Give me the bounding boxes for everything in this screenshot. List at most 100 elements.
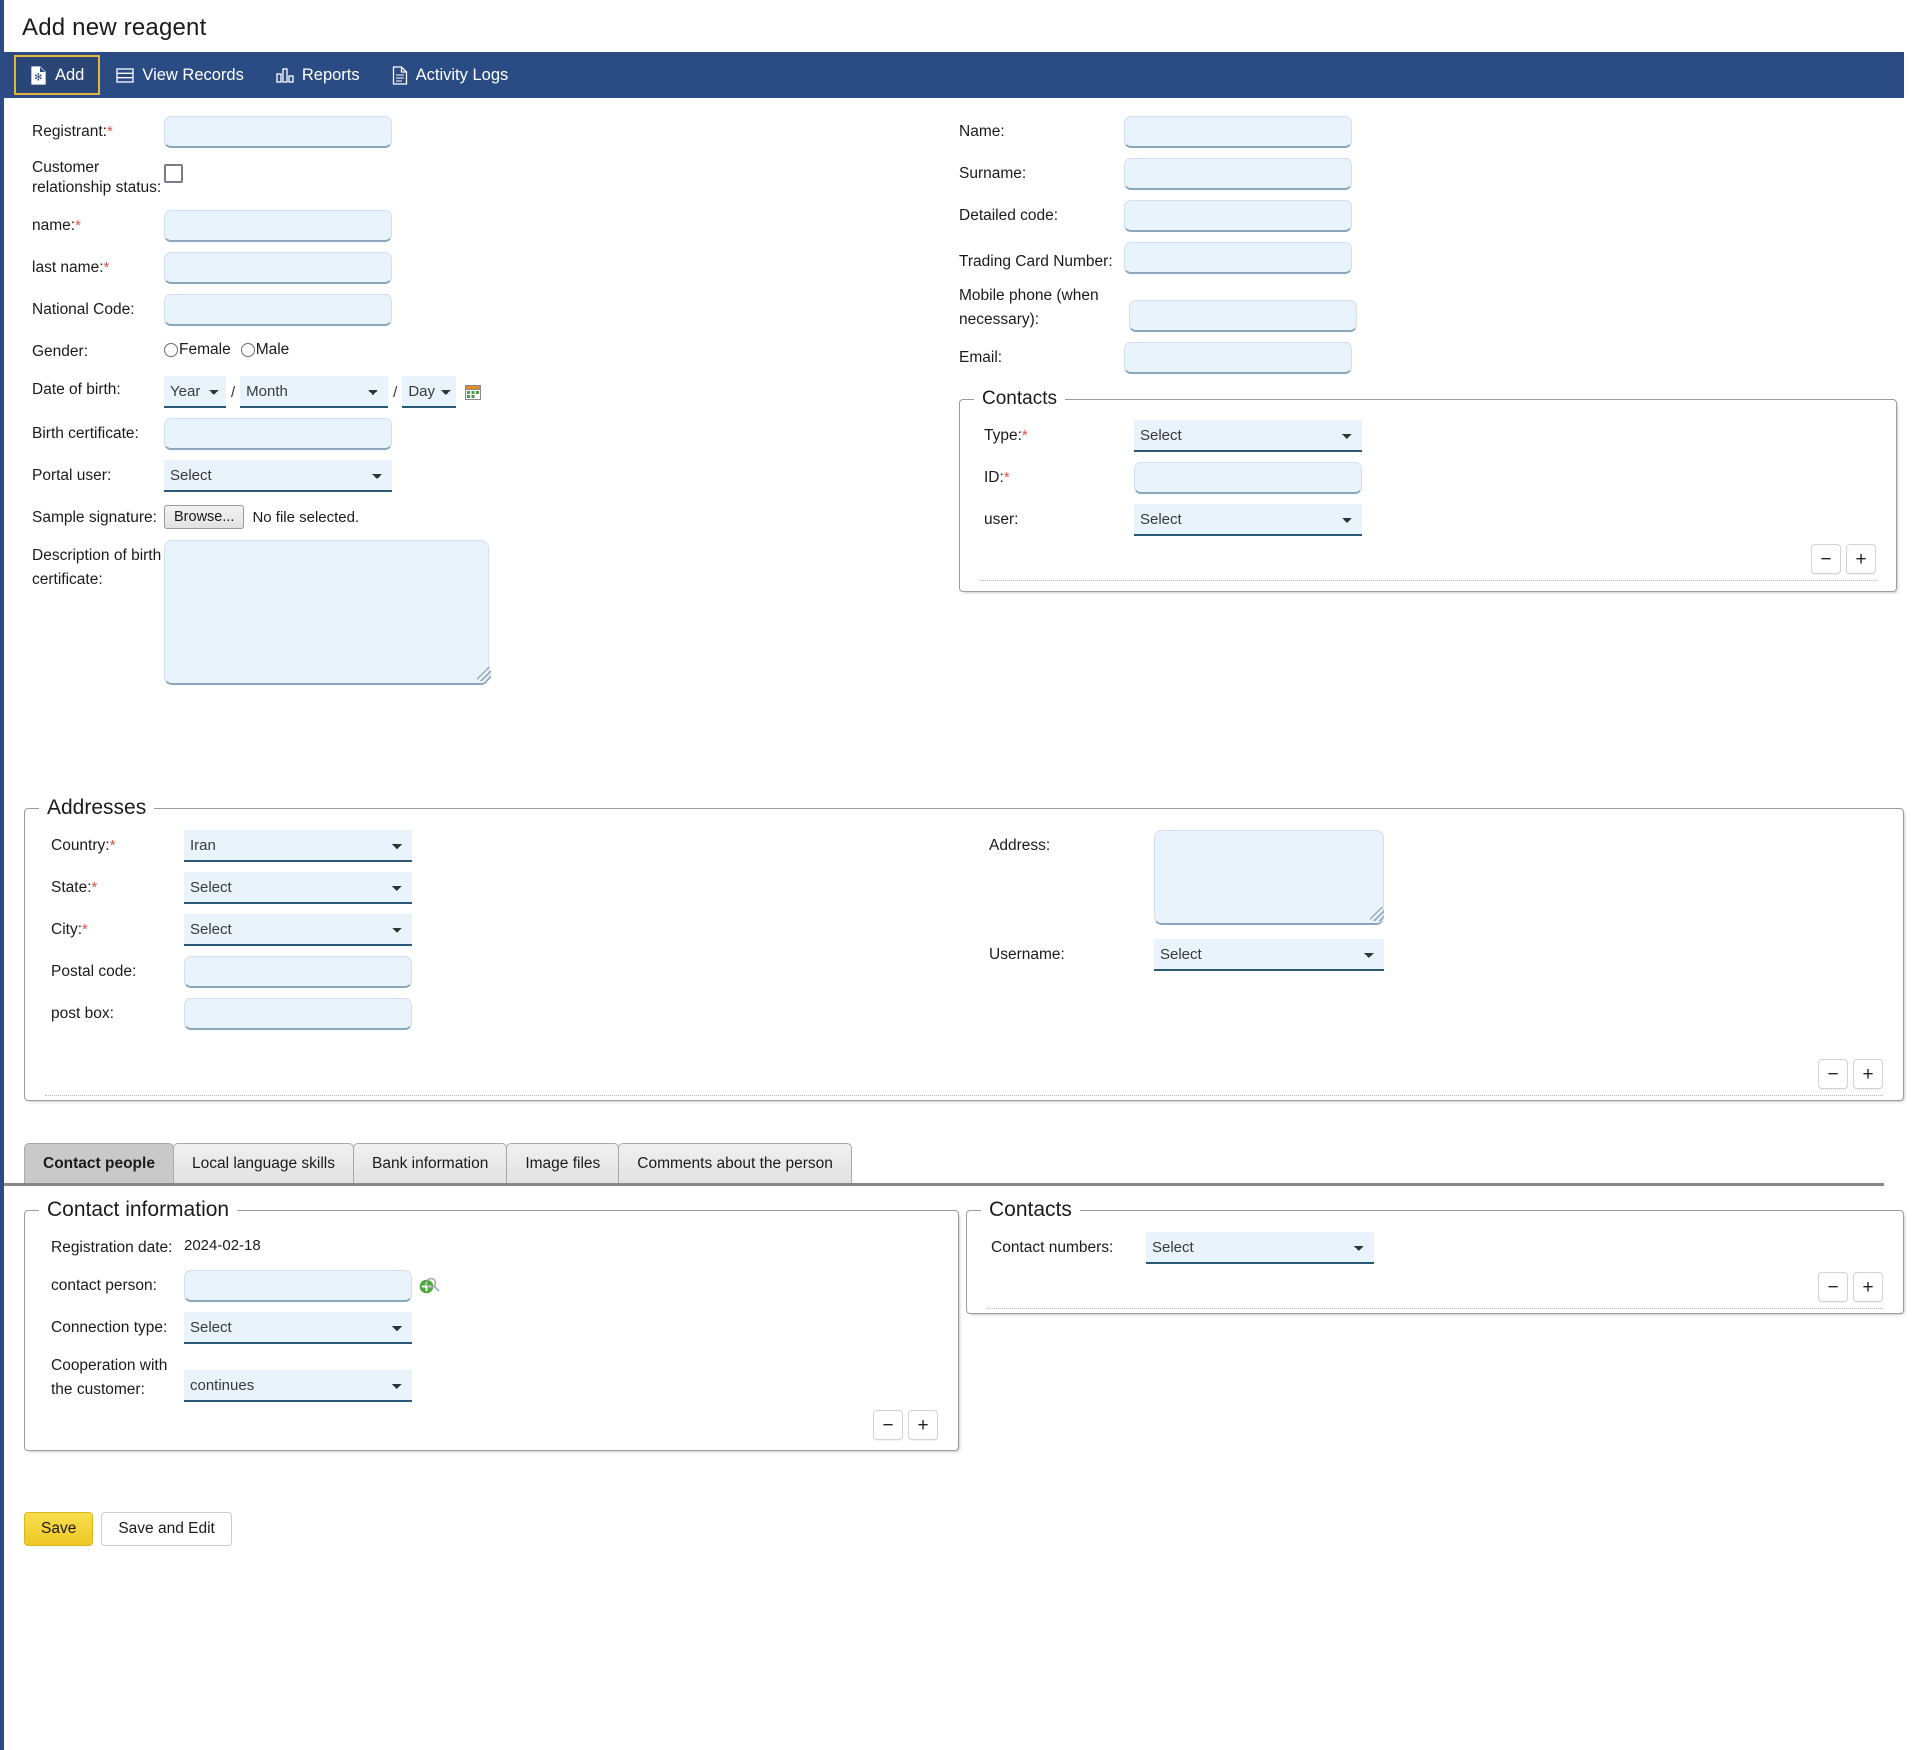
remove-row-button[interactable]: − (1811, 544, 1841, 574)
dob-day-select[interactable]: Day (402, 376, 457, 408)
tab-local-language-skills[interactable]: Local language skills (172, 1143, 354, 1183)
email-input[interactable] (1124, 342, 1352, 374)
add-row-button[interactable]: + (1846, 544, 1876, 574)
registrant-input[interactable] (164, 116, 392, 148)
contact-type-label: Type:* (984, 427, 1028, 444)
contact-information-legend: Contact information (47, 1198, 230, 1221)
form-footer: Save Save and Edit (4, 1496, 1920, 1546)
detailed-code-input[interactable] (1124, 200, 1352, 232)
gender-option-female[interactable]: Female (164, 341, 231, 359)
field-trading-card-number: Trading Card Number: (959, 242, 1904, 274)
radio-circle-icon[interactable] (240, 343, 255, 357)
save-button[interactable]: Save (24, 1512, 94, 1546)
birth-certificate-input[interactable] (164, 418, 392, 450)
dob-year-select[interactable]: Year (164, 376, 226, 408)
postal-code-label: Postal code: (51, 963, 137, 980)
city-select[interactable]: Select (184, 914, 412, 946)
connection-type-select[interactable]: Select (184, 1312, 412, 1344)
tab-image-files[interactable]: Image files (506, 1143, 620, 1183)
page-root: Add new reagent ✻ Add View Records Repor… (0, 0, 1920, 1750)
radio-circle-icon[interactable] (164, 343, 178, 357)
nav-item-add[interactable]: ✻ Add (14, 55, 101, 95)
contacts-fieldset-top: Contacts Type:* Select ID:* user: Select… (959, 388, 1897, 592)
document-icon (392, 65, 408, 85)
cooperation-with-customer-label: Cooperation with the customer: (51, 1357, 168, 1398)
nav-item-reports[interactable]: Reports (260, 55, 376, 95)
cooperation-with-customer-select[interactable]: continues (184, 1370, 412, 1402)
contacts-legend: Contacts (982, 388, 1057, 409)
addresses-fieldset: Addresses Country:* Iran State:* Select … (24, 796, 1904, 1101)
national-code-input[interactable] (164, 294, 392, 326)
postal-code-input[interactable] (184, 956, 412, 988)
country-select[interactable]: Iran (184, 830, 412, 862)
svg-text:✻: ✻ (34, 72, 42, 83)
tabs-section: Contact people Local language skills Ban… (4, 1101, 1920, 1186)
required-star: * (103, 259, 110, 276)
last-name-input[interactable] (164, 252, 392, 284)
tab-comments-about-the-person[interactable]: Comments about the person (618, 1143, 852, 1183)
contact-person-input[interactable] (184, 1270, 412, 1302)
field-name-right: Name: (959, 116, 1904, 148)
field-contact-id: ID:* (974, 462, 1882, 494)
tab-bank-information[interactable]: Bank information (353, 1143, 508, 1183)
trading-card-number-input[interactable] (1124, 242, 1352, 274)
nav-item-view-records[interactable]: View Records (100, 55, 260, 95)
name-label: name:* (32, 217, 81, 234)
tab-contact-people[interactable]: Contact people (24, 1143, 174, 1183)
description-of-birth-certificate-textarea[interactable] (164, 540, 489, 685)
contact-numbers-select[interactable]: Select (1146, 1232, 1374, 1264)
nav-item-label: Activity Logs (415, 65, 509, 84)
national-code-label: National Code: (32, 301, 135, 318)
remove-row-button[interactable]: − (873, 1410, 903, 1440)
right-form-column: Name: Surname: Detailed code: Trading Ca… (959, 116, 1904, 592)
contact-user-label: user: (984, 511, 1019, 528)
contacts-bottom-wrap: Contacts Contact numbers: Select − + (966, 1198, 1904, 1314)
contact-id-label: ID:* (984, 469, 1010, 486)
file-picker: Browse... No file selected. (164, 502, 584, 529)
contacts-row-controls-top: − + (974, 540, 1882, 580)
name-right-input[interactable] (1124, 116, 1352, 148)
row-separator (980, 580, 1876, 581)
address-textarea[interactable] (1154, 830, 1384, 925)
gender-option-male[interactable]: Male (240, 341, 289, 359)
addresses-legend: Addresses (47, 796, 147, 819)
name-input[interactable] (164, 210, 392, 242)
date-of-birth-label: Date of birth: (32, 381, 121, 398)
add-row-button[interactable]: + (1853, 1272, 1883, 1302)
dob-month-select[interactable]: Month (240, 376, 389, 408)
field-detailed-code: Detailed code: (959, 200, 1904, 232)
add-row-button[interactable]: + (1853, 1059, 1883, 1089)
contact-user-select[interactable]: Select (1134, 504, 1362, 536)
field-address: Address: (989, 830, 1889, 925)
contact-type-select[interactable]: Select (1134, 420, 1362, 452)
surname-input[interactable] (1124, 158, 1352, 190)
save-and-edit-button[interactable]: Save and Edit (101, 1512, 232, 1546)
field-last-name: last name:* (4, 252, 954, 284)
remove-row-button[interactable]: − (1818, 1272, 1848, 1302)
contacts-bottom-row-controls: − + (981, 1268, 1889, 1308)
description-of-birth-certificate-label: Description of birth certificate: (32, 547, 162, 588)
contact-id-input[interactable] (1134, 462, 1362, 494)
field-description-of-birth-certificate: Description of birth certificate: (4, 540, 954, 685)
portal-user-select[interactable]: Select (164, 460, 392, 492)
addresses-left: Country:* Iran State:* Select City:* Sel… (39, 830, 939, 1040)
username-select[interactable]: Select (1154, 939, 1384, 971)
field-cooperation-with-customer: Cooperation with the customer: continues (39, 1354, 944, 1402)
field-city: City:* Select (39, 914, 939, 946)
post-box-input[interactable] (184, 998, 412, 1030)
contact-numbers-label: Contact numbers: (991, 1239, 1114, 1256)
state-select[interactable]: Select (184, 872, 412, 904)
field-username: Username: Select (989, 939, 1889, 971)
nav-item-label: Add (55, 65, 85, 84)
nav-item-activity-logs[interactable]: Activity Logs (376, 55, 525, 95)
field-mobile-phone: Mobile phone (when necessary): (959, 284, 1904, 332)
field-sample-signature: Sample signature: Browse... No file sele… (4, 502, 954, 530)
mobile-phone-input[interactable] (1129, 300, 1357, 332)
remove-row-button[interactable]: − (1818, 1059, 1848, 1089)
calendar-icon[interactable] (465, 384, 482, 400)
browse-button[interactable]: Browse... (164, 505, 245, 529)
customer-relationship-status-checkbox[interactable] (164, 164, 183, 183)
customer-relationship-status-label: Customer relationship status: (32, 159, 162, 196)
green-plus-icon[interactable] (419, 1279, 434, 1294)
add-row-button[interactable]: + (908, 1410, 938, 1440)
